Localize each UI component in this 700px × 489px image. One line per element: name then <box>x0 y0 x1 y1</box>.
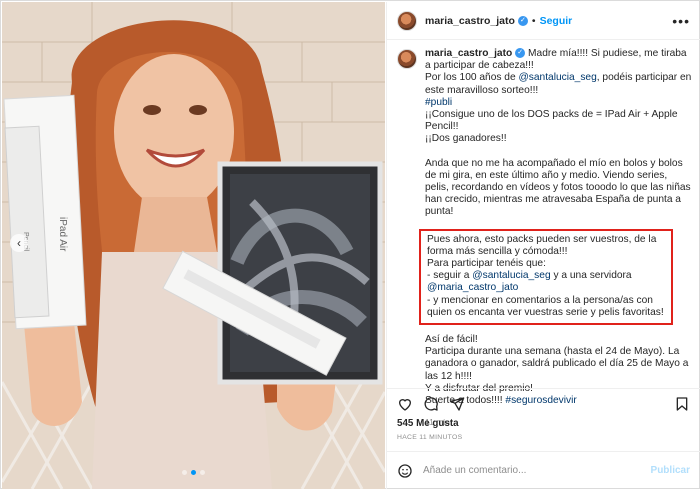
comment-bar: Publicar <box>387 451 700 489</box>
header-username[interactable]: maria_castro_jato <box>425 15 515 27</box>
comment-icon[interactable] <box>423 396 439 412</box>
mention-santalucia-2[interactable]: @santalucia_seg <box>472 270 550 281</box>
caption-line2a: Por los 100 años de <box>425 72 519 84</box>
boxed-line1: Pues ahora, esto packs pueden ser vuestr… <box>427 233 657 257</box>
follow-button[interactable]: Seguir <box>540 15 573 27</box>
box-ipad-label: iPad Air <box>57 217 68 252</box>
heart-icon[interactable] <box>397 396 413 412</box>
mention-maria[interactable]: @maria_castro_jato <box>427 282 518 293</box>
caption-line3: ¡¡Consigue uno de los DOS packs de = IPa… <box>425 109 678 133</box>
post-photo[interactable]: iPad Air Pencil ‹ <box>2 2 385 489</box>
hashtag-publi[interactable]: #publi <box>425 97 452 108</box>
comment-input[interactable] <box>423 465 651 476</box>
carousel-dots <box>2 470 385 475</box>
post-side-panel: maria_castro_jato ✓ • Seguir ••• maria_c… <box>386 2 700 489</box>
header-separator: • <box>531 14 536 27</box>
action-bar <box>387 388 700 418</box>
publish-button[interactable]: Publicar <box>651 465 690 476</box>
previous-image-button[interactable]: ‹ <box>10 234 28 252</box>
caption-avatar[interactable] <box>397 49 417 69</box>
photo-illustration: iPad Air Pencil <box>2 2 385 489</box>
more-options-icon[interactable]: ••• <box>672 13 690 29</box>
para4-line2: Participa durante una semana (hasta el 2… <box>425 346 689 382</box>
caption-username[interactable]: maria_castro_jato <box>425 48 512 59</box>
carousel-dot-active[interactable] <box>191 470 196 475</box>
boxed-line2: Para participar tenéis que: <box>427 258 546 270</box>
boxed-line3b: y a una servidora <box>550 270 632 282</box>
caption-time: 11 min <box>425 417 450 428</box>
carousel-dot[interactable] <box>182 470 187 475</box>
highlighted-instructions: Pues ahora, esto packs pueden ser vuestr… <box>419 228 673 326</box>
verified-badge-icon: ✓ <box>515 48 526 59</box>
caption: maria_castro_jato ✓ Madre mía!!!! Si pudi… <box>397 48 693 428</box>
caption-para2: Anda que no me ha acompañado el mío en b… <box>425 157 691 218</box>
mention-santalucia[interactable]: @santalucia_seg <box>518 72 596 83</box>
avatar[interactable] <box>397 10 417 31</box>
likes-count[interactable]: 545 Me gusta <box>397 418 459 429</box>
para4-line1: Así de fácil! <box>425 334 478 346</box>
post-timestamp[interactable]: HACE 11 MINUTOS <box>397 434 462 441</box>
bookmark-icon[interactable] <box>674 396 690 412</box>
emoji-icon[interactable] <box>397 463 413 479</box>
carousel-dot[interactable] <box>200 470 205 475</box>
boxed-line4: - y mencionar en comentarios a la person… <box>427 294 664 318</box>
caption-text: maria_castro_jato ✓ Madre mía!!!! Si pudi… <box>419 48 693 428</box>
post-header: maria_castro_jato ✓ • Seguir ••• <box>387 2 700 40</box>
verified-badge-icon: ✓ <box>517 15 528 26</box>
caption-line4: ¡¡Dos ganadores!! <box>425 133 507 145</box>
boxed-line3a: - seguir a <box>427 270 473 282</box>
share-icon[interactable] <box>449 396 465 412</box>
post-frame: iPad Air Pencil ‹ <box>0 0 700 489</box>
